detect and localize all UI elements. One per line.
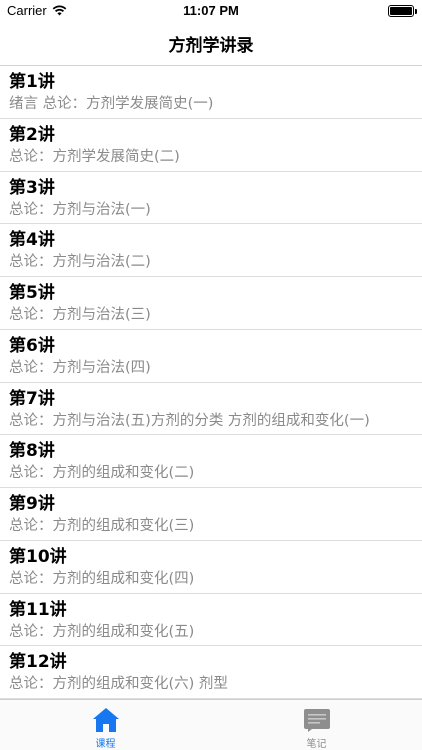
lesson-title: 第4讲 (9, 230, 55, 251)
lesson-title: 第6讲 (9, 335, 55, 356)
list-item[interactable]: 第4讲 总论：方剂与治法(二) (0, 224, 422, 277)
list-item[interactable]: 第5讲 总论：方剂与治法(三) (0, 277, 422, 330)
battery-icon (388, 5, 417, 17)
lesson-subtitle: 总论：方剂与治法(四) (9, 359, 151, 376)
status-bar: Carrier 11:07 PM (0, 0, 422, 22)
lesson-subtitle: 总论：方剂学发展简史(二) (9, 148, 180, 165)
lesson-subtitle: 总论：方剂的组成和变化(四) (9, 570, 195, 587)
lesson-subtitle: 总论：方剂与治法(三) (9, 307, 151, 323)
lesson-title: 第10讲 (9, 546, 67, 567)
list-item[interactable]: 第9讲 总论：方剂的组成和变化(三) (0, 488, 422, 541)
lesson-title: 第12讲 (9, 652, 67, 673)
lesson-title: 第2讲 (9, 124, 55, 145)
lesson-title: 第8讲 (9, 441, 55, 462)
list-item[interactable]: 第10讲 总论：方剂的组成和变化(四) (0, 541, 422, 594)
lesson-title: 第11讲 (9, 599, 67, 620)
tab-notes[interactable]: 笔记 (211, 700, 422, 750)
tab-bar: 课程 笔记 (0, 699, 422, 750)
list-item[interactable]: 第1讲 绪言 总论：方剂学发展简史(一) (0, 66, 422, 119)
lesson-title: 第3讲 (9, 177, 55, 198)
tab-courses[interactable]: 课程 (0, 700, 211, 750)
navigation-bar: 方剂学讲录 (0, 22, 422, 66)
lesson-title: 第9讲 (9, 494, 55, 514)
lesson-subtitle: 总论：方剂与治法(二) (9, 254, 151, 271)
list-item[interactable]: 第3讲 总论：方剂与治法(一) (0, 172, 422, 225)
lesson-title: 第1讲 (9, 72, 55, 92)
lesson-subtitle: 总论：方剂的组成和变化(六) 剂型 (9, 676, 228, 693)
lesson-subtitle: 总论：方剂的组成和变化(二) (9, 465, 195, 482)
page-title: 方剂学讲录 (168, 36, 254, 56)
lesson-subtitle: 绪言 总论：方剂学发展简史(一) (9, 96, 214, 112)
lesson-subtitle: 总论：方剂与治法(五)方剂的分类 方剂的组成和变化(一) (9, 412, 370, 429)
list-item[interactable]: 第2讲 总论：方剂学发展简史(二) (0, 119, 422, 172)
notebook-icon (302, 706, 332, 733)
list-item[interactable]: 第12讲 总论：方剂的组成和变化(六) 剂型 (0, 646, 422, 699)
lesson-list[interactable]: 第1讲 绪言 总论：方剂学发展简史(一) 第2讲 总论：方剂学发展简史(二) 第… (0, 66, 422, 699)
list-item[interactable]: 第11讲 总论：方剂的组成和变化(五) (0, 594, 422, 647)
home-icon (91, 706, 121, 733)
lesson-subtitle: 总论：方剂的组成和变化(五) (9, 623, 195, 640)
tab-courses-label: 课程 (95, 739, 116, 750)
clock: 11:07 PM (183, 3, 239, 18)
battery-level (390, 7, 412, 15)
list-item[interactable]: 第8讲 总论：方剂的组成和变化(二) (0, 435, 422, 488)
lesson-subtitle: 总论：方剂的组成和变化(三) (9, 518, 195, 534)
lesson-title: 第7讲 (9, 388, 55, 409)
list-item[interactable]: 第6讲 总论：方剂与治法(四) (0, 330, 422, 383)
lesson-title: 第5讲 (9, 283, 55, 303)
list-item[interactable]: 第7讲 总论：方剂与治法(五)方剂的分类 方剂的组成和变化(一) (0, 383, 422, 436)
tab-notes-label: 笔记 (306, 739, 327, 750)
lesson-subtitle: 总论：方剂与治法(一) (9, 201, 151, 218)
